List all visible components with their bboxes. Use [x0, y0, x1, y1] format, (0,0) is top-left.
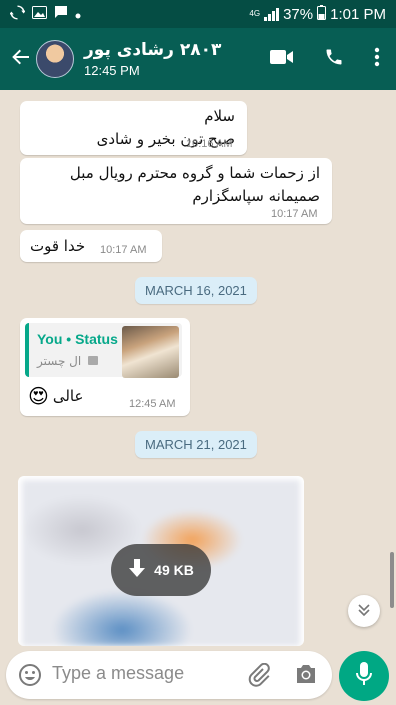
back-arrow-icon[interactable]: [6, 45, 36, 73]
battery-icon: [317, 4, 327, 24]
notification-icons: [9, 4, 81, 24]
media-message[interactable]: 49 KB: [18, 476, 304, 646]
heart-eyes-emoji: 😍: [28, 384, 49, 408]
more-options-icon[interactable]: [374, 47, 380, 71]
chat-header: ۲۸۰۳ رشادی پور 12:45 PM: [0, 28, 396, 90]
double-chevron-down-icon: [357, 602, 371, 621]
message-time: 10:17 AM: [271, 208, 318, 220]
photo-icon: [88, 356, 99, 365]
quote-subtitle: ال چستر: [37, 354, 99, 368]
clock: 1:01 PM: [330, 5, 386, 23]
battery-percent: 37%: [283, 5, 314, 23]
message-time: 12:45 AM: [129, 398, 176, 410]
contact-info[interactable]: ۲۸۰۳ رشادی پور 12:45 PM: [84, 40, 270, 78]
date-separator: MARCH 16, 2021: [135, 277, 257, 304]
chat-area[interactable]: سلام صبح تون بخیر و شادی 10:16 AM از زحم…: [0, 90, 396, 648]
last-seen: 12:45 PM: [84, 63, 140, 78]
download-icon: [128, 558, 146, 582]
message-time: 10:16 AM: [186, 138, 233, 150]
status-thumbnail: [122, 326, 179, 378]
voice-record-button[interactable]: [339, 651, 389, 701]
message-icon: [54, 5, 68, 23]
quote-title: You • Status: [37, 331, 118, 347]
emoji-icon[interactable]: [18, 663, 42, 691]
dot-icon: [75, 6, 81, 23]
gallery-icon: [32, 5, 47, 23]
contact-avatar[interactable]: [36, 40, 74, 78]
network-type: 4G: [249, 9, 261, 18]
sync-icon: [9, 4, 26, 24]
message-input[interactable]: [52, 663, 232, 684]
message-text: از زحمات شما و گروه محترم رویال مبل صمیم…: [69, 164, 320, 205]
camera-icon[interactable]: [295, 664, 317, 688]
message-time: 10:17 AM: [100, 244, 147, 256]
message-bubble[interactable]: سلام صبح تون بخیر و شادی 10:16 AM: [20, 101, 247, 155]
microphone-icon: [355, 661, 373, 691]
message-composer: [6, 651, 332, 699]
voice-call-icon[interactable]: [324, 47, 344, 71]
message-text: خدا قوت: [30, 237, 86, 255]
attach-icon[interactable]: [248, 662, 270, 691]
date-separator: MARCH 21, 2021: [135, 431, 257, 458]
signal-icon: [264, 7, 280, 21]
scrollbar-thumb[interactable]: [390, 552, 394, 608]
scroll-to-bottom-button[interactable]: [348, 595, 380, 627]
file-size: 49 KB: [154, 562, 194, 578]
contact-name: ۲۸۰۳ رشادی پور: [84, 40, 222, 60]
status-reply-bubble[interactable]: You • Status ال چستر 😍 عالی 12:45 AM: [20, 318, 190, 416]
video-call-icon[interactable]: [270, 49, 294, 69]
message-bubble[interactable]: از زحمات شما و گروه محترم رویال مبل صمیم…: [20, 158, 332, 224]
quoted-status[interactable]: You • Status ال چستر: [25, 323, 182, 378]
status-bar: 4G 37% 1:01 PM: [0, 0, 396, 28]
download-button[interactable]: 49 KB: [111, 544, 211, 596]
reply-text: 😍 عالی: [28, 384, 84, 408]
message-bubble[interactable]: خدا قوت 10:17 AM: [20, 230, 162, 262]
